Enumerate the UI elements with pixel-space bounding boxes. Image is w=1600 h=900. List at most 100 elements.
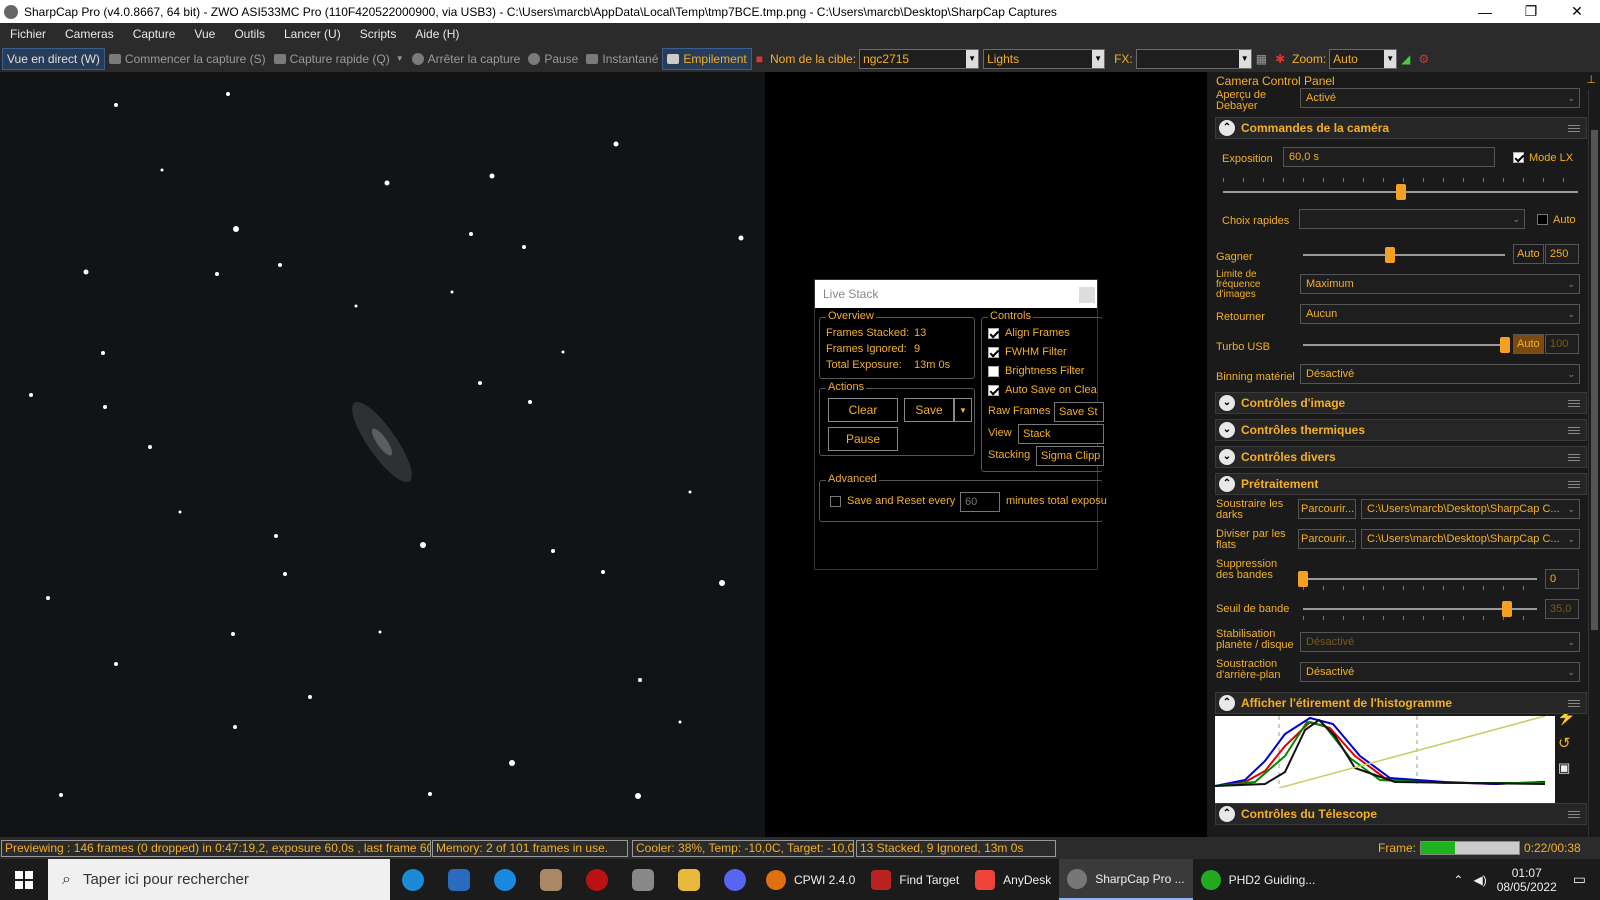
live-stack-close-button[interactable] (1079, 287, 1095, 303)
background-select[interactable]: Désactivé ⌄ (1300, 662, 1580, 682)
stacking-select[interactable]: Sigma Clipp (1036, 446, 1104, 466)
mode-lx-checkbox[interactable] (1513, 152, 1524, 163)
menu-outils[interactable]: Outils (224, 27, 274, 41)
quick-choice-auto-checkbox[interactable] (1537, 214, 1548, 225)
file-explorer-app[interactable] (666, 859, 712, 900)
pause-stack-button[interactable]: Pause (828, 427, 898, 451)
panel-scrollbar-thumb[interactable] (1591, 130, 1598, 630)
gain-slider[interactable] (1303, 254, 1505, 256)
menu-icon[interactable] (1568, 480, 1580, 488)
stacking-button[interactable]: Empilement (662, 47, 752, 70)
menu-icon[interactable] (1568, 124, 1580, 132)
panel-scrollbar[interactable] (1588, 90, 1600, 837)
fwhm-filter-row[interactable]: FWHM Filter (988, 346, 1067, 358)
flats-path-select[interactable]: C:\Users\marcb\Desktop\SharpCap C... ⌄ (1361, 529, 1580, 549)
auto-save-row[interactable]: Auto Save on Clea (988, 384, 1097, 396)
notification-icon[interactable]: ▭ (1573, 871, 1586, 888)
menu-capture[interactable]: Capture (123, 27, 185, 41)
banding-slider[interactable] (1303, 578, 1537, 580)
chevron-down-icon[interactable]: ▼ (1238, 49, 1251, 68)
auto-save-checkbox[interactable] (988, 384, 999, 396)
fwhm-filter-checkbox[interactable] (988, 346, 999, 358)
menu-vue[interactable]: Vue (184, 27, 224, 41)
live-view-button[interactable]: Vue en direct (W) (2, 47, 105, 70)
grid-icon[interactable]: ▦ (1252, 48, 1271, 70)
chevron-down-icon[interactable]: ▼ (966, 49, 979, 68)
target-name-input[interactable]: ngc2715 ▼ (859, 48, 980, 69)
taskbar-search[interactable]: ⌕ Taper ici pour rechercher (48, 859, 390, 900)
pin-icon[interactable]: ⊥ (1586, 73, 1596, 86)
darks-browse-button[interactable]: Parcourir... (1298, 499, 1356, 519)
taskbar-anydesk[interactable]: AnyDesk (967, 859, 1059, 900)
framerate-select[interactable]: Maximum ⌄ (1300, 274, 1580, 294)
app-icon-4[interactable] (528, 859, 574, 900)
pause-button[interactable]: Pause (524, 48, 582, 70)
view-select[interactable]: Stack (1018, 424, 1104, 444)
clear-button[interactable]: Clear (828, 398, 898, 422)
menu-lancer[interactable]: Lancer (U) (274, 27, 350, 41)
gain-auto-button[interactable]: Auto (1513, 244, 1544, 264)
menu-aide[interactable]: Aide (H) (405, 27, 468, 41)
reset-icon[interactable]: ↺ (1558, 734, 1571, 752)
menu-icon[interactable] (1568, 810, 1580, 818)
save-reset-row[interactable]: Save and Reset every (830, 495, 955, 507)
close-button[interactable]: ✕ (1554, 3, 1600, 20)
banding-slider-knob[interactable] (1298, 571, 1308, 587)
taskbar-sharpcap[interactable]: SharpCap Pro ... (1059, 859, 1193, 900)
frame-type-select[interactable]: Lights ▼ (983, 48, 1106, 69)
section-preprocessing[interactable]: ⌃ Prétraitement (1215, 473, 1587, 495)
fx-select[interactable]: ▼ (1135, 48, 1252, 69)
align-frames-checkbox[interactable] (988, 327, 999, 339)
taskbar-cpwi[interactable]: CPWI 2.4.0 (758, 859, 863, 900)
section-camera-controls[interactable]: ⌃ Commandes de la caméra (1215, 117, 1587, 139)
clock[interactable]: 01:07 08/05/2022 (1497, 866, 1557, 894)
snapshot-button[interactable]: Instantané (582, 48, 662, 70)
menu-icon[interactable] (1568, 399, 1580, 407)
stabilization-select[interactable]: Désactivé ⌄ (1300, 632, 1580, 652)
save-reset-minutes-input[interactable]: 60 (960, 492, 1000, 512)
quick-capture-button[interactable]: Capture rapide (Q) ▼ (270, 48, 408, 70)
flip-select[interactable]: Aucun ⌄ (1300, 304, 1580, 324)
brightness-filter-row[interactable]: Brightness Filter (988, 365, 1084, 377)
save-icon[interactable]: ▣ (1558, 760, 1570, 776)
chevron-down-icon[interactable]: ▼ (1384, 49, 1397, 68)
quick-choice-select[interactable]: ⌄ (1299, 209, 1525, 229)
turbo-slider-knob[interactable] (1500, 337, 1510, 353)
restore-button[interactable]: ❐ (1508, 3, 1554, 20)
menu-icon[interactable] (1568, 699, 1580, 707)
app-icon-2[interactable] (436, 859, 482, 900)
live-stack-titlebar[interactable]: Live Stack (815, 280, 1097, 308)
taskbar-find-target[interactable]: Find Target (863, 859, 967, 900)
start-button[interactable] (0, 859, 48, 900)
exposure-input[interactable]: 60,0 s (1283, 147, 1495, 167)
zoom-select[interactable]: Auto ▼ (1329, 48, 1398, 69)
darks-path-select[interactable]: C:\Users\marcb\Desktop\SharpCap C... ⌄ (1361, 499, 1580, 519)
save-dropdown-icon[interactable]: ▼ (954, 398, 972, 422)
chevron-down-icon[interactable]: ▼ (396, 54, 404, 63)
menu-icon[interactable] (1568, 453, 1580, 461)
section-thermal-controls[interactable]: ⌄ Contrôles thermiques (1215, 419, 1587, 441)
band-threshold-input[interactable]: 35,0 (1545, 599, 1579, 619)
start-capture-button[interactable]: Commencer la capture (S) (105, 48, 270, 70)
crosshair-icon[interactable]: ✱ (1271, 48, 1289, 70)
volume-icon[interactable]: ◀) (1473, 873, 1486, 887)
stop-capture-button[interactable]: Arrêter la capture (408, 48, 525, 70)
menu-cameras[interactable]: Cameras (55, 27, 123, 41)
turbo-auto-button[interactable]: Auto (1513, 334, 1544, 354)
edge-app[interactable] (390, 859, 436, 900)
histogram-plot[interactable] (1214, 715, 1555, 808)
binning-select[interactable]: Désactivé ⌄ (1300, 364, 1580, 384)
taskbar-phd2[interactable]: PHD2 Guiding... (1193, 859, 1324, 900)
exposure-slider-knob[interactable] (1395, 184, 1406, 200)
menu-scripts[interactable]: Scripts (350, 27, 406, 41)
turbo-input[interactable]: 100 (1545, 334, 1579, 354)
section-telescope[interactable]: ⌃ Contrôles du Télescope (1215, 803, 1587, 825)
chevron-up-icon[interactable]: ⌃ (1453, 873, 1463, 887)
save-reset-checkbox[interactable] (830, 495, 841, 507)
band-threshold-slider-knob[interactable] (1501, 601, 1512, 617)
app-icon-6[interactable] (620, 859, 666, 900)
save-button[interactable]: Save (904, 398, 954, 422)
image-viewer[interactable]: Live Stack Overview Frames Stacked: 13 F… (0, 72, 1182, 837)
settings-icon[interactable]: ⚙ (1414, 48, 1433, 70)
brightness-filter-checkbox[interactable] (988, 365, 999, 377)
